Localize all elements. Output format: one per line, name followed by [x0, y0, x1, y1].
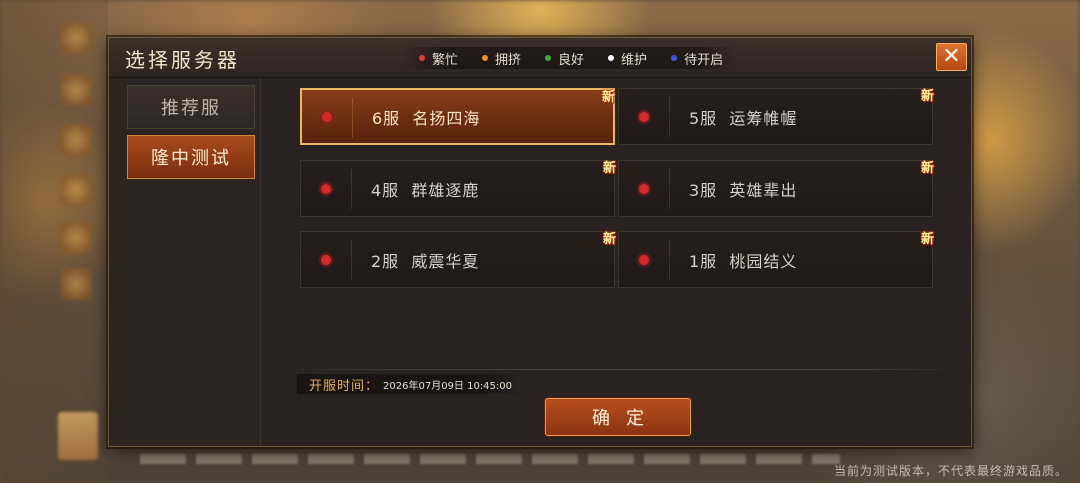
- server-item[interactable]: 1服 桃园结义 新: [618, 231, 934, 288]
- open-time-info: 开服时间： 2026年07月09日 10:45:00: [297, 374, 525, 394]
- server-name: 4服 群雄逐鹿: [371, 180, 480, 200]
- server-name: 6服 名扬四海: [372, 108, 481, 128]
- server-name: 1服 桃园结义: [689, 251, 798, 271]
- status-dot-icon: [639, 254, 649, 265]
- status-dot-icon: [545, 55, 552, 61]
- server-item[interactable]: 5服 运筹帷幄 新: [618, 88, 934, 145]
- status-dot-icon: [419, 55, 425, 61]
- close-button[interactable]: ✕: [936, 43, 967, 71]
- new-badge: 新: [920, 232, 934, 247]
- legend-label: 繁忙: [432, 52, 459, 68]
- status-dot-icon: [322, 111, 332, 122]
- legend-item-crowded: 拥挤: [482, 49, 521, 68]
- server-item[interactable]: 6服 名扬四海 新: [300, 88, 615, 145]
- background-menu-icon: [60, 174, 92, 206]
- server-name: 5服 运筹帷幄: [689, 108, 798, 128]
- legend-label: 良好: [558, 52, 585, 68]
- new-badge: 新: [920, 89, 934, 104]
- legend-item-pending: 待开启: [671, 49, 723, 68]
- status-legend: 繁忙 拥挤 良好 维护 待开启: [403, 47, 740, 69]
- confirm-button[interactable]: 确定: [545, 398, 691, 436]
- server-name: 3服 英雄辈出: [689, 180, 798, 200]
- status-dot-icon: [482, 55, 489, 61]
- legend-item-good: 良好: [545, 49, 584, 68]
- background-avatar: [58, 412, 98, 460]
- legend-item-busy: 繁忙: [419, 49, 458, 68]
- legend-label: 维护: [621, 52, 648, 68]
- open-time-value: 2026年07月09日 10:45:00: [383, 380, 513, 392]
- background-footer-text: [140, 454, 840, 464]
- background-menu-icon: [60, 22, 92, 54]
- background-menu-icon: [60, 74, 92, 106]
- legend-label: 拥挤: [495, 52, 522, 68]
- status-dot-icon: [639, 111, 649, 122]
- status-dot-icon: [321, 254, 331, 265]
- status-dot-icon: [608, 55, 615, 61]
- disclaimer-text: 当前为测试版本，不代表最终游戏品质。: [833, 464, 1068, 478]
- tab-longzhong-test[interactable]: 隆中测试: [127, 135, 255, 179]
- dialog-title: 选择服务器: [125, 48, 240, 72]
- new-badge: 新: [920, 161, 934, 176]
- new-badge: 新: [602, 232, 616, 247]
- server-name: 2服 威震华夏: [371, 251, 480, 271]
- status-dot-icon: [321, 183, 331, 194]
- background-menu-icon: [60, 268, 92, 300]
- server-select-dialog: 选择服务器 繁忙 拥挤 良好 维护 待开启 ✕ 推荐服 隆中测试 6服 名扬四海…: [108, 37, 972, 447]
- status-dot-icon: [639, 183, 649, 194]
- server-group-sidebar: 推荐服 隆中测试: [109, 78, 261, 446]
- server-item[interactable]: 3服 英雄辈出 新: [618, 160, 934, 217]
- dialog-header: 选择服务器 繁忙 拥挤 良好 维护 待开启 ✕: [109, 38, 971, 78]
- server-item[interactable]: 2服 威震华夏 新: [300, 231, 616, 288]
- new-badge: 新: [601, 90, 615, 105]
- server-item[interactable]: 4服 群雄逐鹿 新: [300, 160, 616, 217]
- open-time-label: 开服时间：: [309, 378, 380, 394]
- status-dot-icon: [671, 55, 678, 61]
- legend-item-maintenance: 维护: [608, 49, 647, 68]
- new-badge: 新: [602, 161, 616, 176]
- tab-recommended[interactable]: 推荐服: [127, 85, 255, 129]
- background-menu-icon: [60, 222, 92, 254]
- legend-label: 待开启: [684, 52, 724, 68]
- divider: [287, 369, 963, 370]
- background-menu-icon: [60, 124, 92, 156]
- close-icon: ✕: [942, 44, 961, 69]
